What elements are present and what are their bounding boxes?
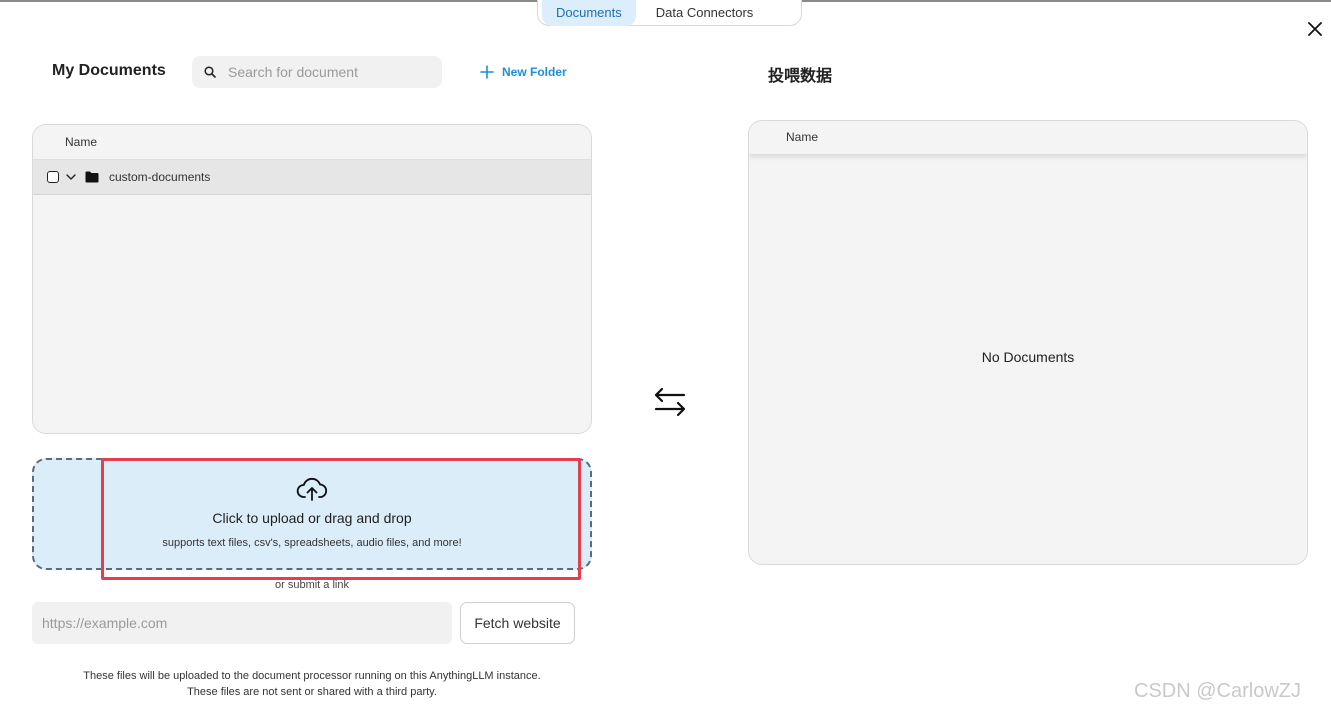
- tab-documents[interactable]: Documents: [542, 0, 636, 26]
- url-input[interactable]: [32, 602, 452, 644]
- search-input[interactable]: [226, 63, 430, 81]
- swap-arrows-icon[interactable]: [652, 384, 688, 420]
- new-folder-label: New Folder: [502, 65, 567, 79]
- folder-checkbox[interactable]: [47, 171, 59, 183]
- workspace-title: 投喂数据: [768, 68, 833, 85]
- cloud-upload-icon: [296, 477, 328, 501]
- upload-subtitle: supports text files, csv's, spreadsheets…: [162, 537, 462, 549]
- folder-name: custom-documents: [109, 170, 211, 184]
- tab-bar: Documents Data Connectors: [537, 0, 802, 26]
- my-documents-title: My Documents: [52, 62, 166, 79]
- my-documents-panel: Name custom-documents: [32, 124, 592, 434]
- name-column-header: Name: [33, 125, 591, 160]
- upload-disclaimer: These files will be uploaded to the docu…: [32, 668, 592, 700]
- no-documents-message: No Documents: [981, 349, 1075, 365]
- plus-icon: [480, 65, 494, 79]
- or-submit-link-label: or submit a link: [275, 579, 349, 591]
- fetch-website-button[interactable]: Fetch website: [460, 602, 575, 644]
- new-folder-button[interactable]: New Folder: [480, 62, 567, 82]
- upload-title: Click to upload or drag and drop: [212, 510, 412, 526]
- workspace-documents-panel: Name No Documents: [748, 120, 1308, 565]
- close-icon: [1308, 22, 1322, 36]
- tab-data-connectors[interactable]: Data Connectors: [642, 0, 768, 26]
- disclaimer-line-2: These files are not sent or shared with …: [187, 686, 437, 698]
- watermark: CSDN @CarlowZJ: [1134, 680, 1301, 702]
- search-box[interactable]: [192, 56, 442, 88]
- close-button[interactable]: [1304, 18, 1326, 40]
- search-icon: [204, 66, 216, 78]
- disclaimer-line-1: These files will be uploaded to the docu…: [83, 670, 541, 682]
- chevron-down-icon[interactable]: [65, 171, 77, 183]
- folder-icon: [85, 171, 99, 183]
- name-column-header-right: Name: [749, 121, 1307, 155]
- folder-row[interactable]: custom-documents: [33, 160, 591, 195]
